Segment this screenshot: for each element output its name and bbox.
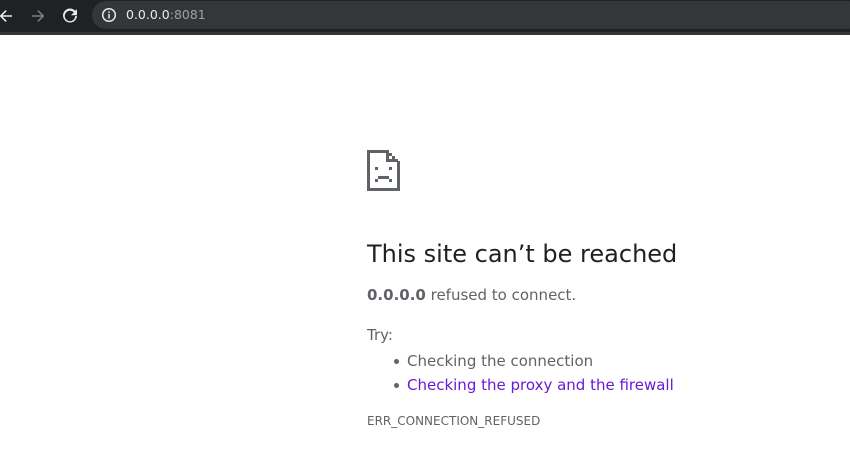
browser-toolbar: 0.0.0.0:8081: [0, 0, 850, 35]
error-heading: This site can’t be reached: [367, 240, 678, 268]
url-port: :8081: [169, 7, 206, 22]
error-code: ERR_CONNECTION_REFUSED: [367, 414, 541, 428]
back-icon: [0, 10, 12, 22]
bullet-icon: [394, 383, 399, 388]
suggestion-list: Checking the connection Checking the pro…: [367, 349, 674, 397]
suggestion-text: Checking the connection: [407, 352, 594, 370]
reload-icon: [63, 8, 77, 23]
proxy-firewall-link[interactable]: Checking the proxy and the firewall: [407, 376, 674, 394]
error-message-suffix: refused to connect.: [425, 286, 577, 304]
url-host: 0.0.0.0: [126, 7, 170, 22]
suggestion-check-proxy: Checking the proxy and the firewall: [367, 373, 674, 397]
back-button[interactable]: [0, 4, 18, 28]
try-label: Try:: [367, 326, 393, 344]
error-host: 0.0.0.0: [367, 286, 426, 304]
error-message: 0.0.0.0 refused to connect.: [367, 286, 576, 304]
reload-button[interactable]: [58, 4, 82, 28]
forward-button[interactable]: [26, 4, 50, 28]
info-icon[interactable]: [101, 7, 117, 23]
url-text[interactable]: 0.0.0.0:8081: [126, 7, 206, 23]
forward-icon: [32, 10, 45, 22]
bullet-icon: [394, 359, 399, 364]
address-bar[interactable]: 0.0.0.0:8081: [92, 1, 850, 29]
suggestion-check-connection: Checking the connection: [367, 349, 674, 373]
sad-page-icon: [367, 150, 400, 191]
